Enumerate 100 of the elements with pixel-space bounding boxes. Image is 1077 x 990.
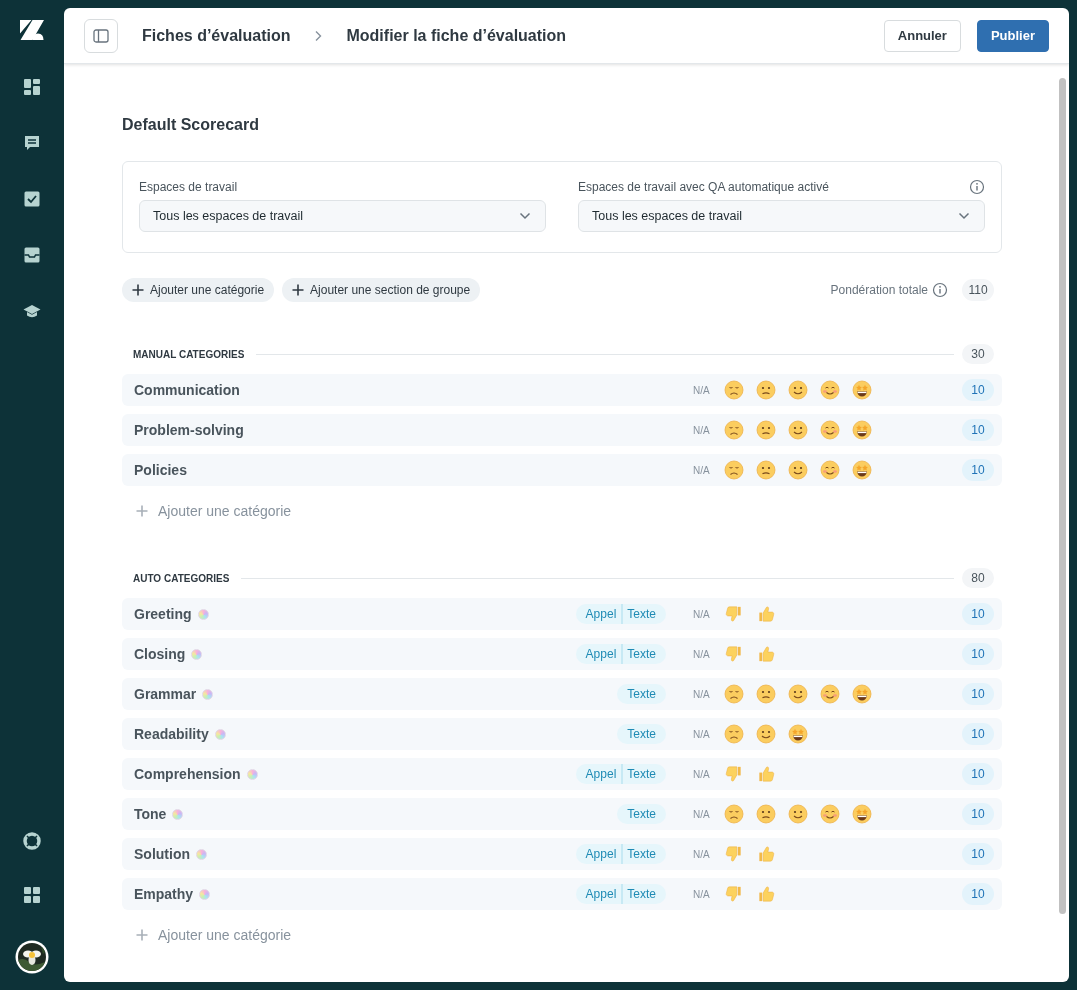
category-name: Empathy [134,886,194,902]
chevron-right-icon [314,29,323,42]
na-option[interactable]: N/A [693,768,710,780]
add-button[interactable]: Ajouter une section de groupe [282,278,481,302]
na-option[interactable]: N/A [693,608,710,620]
add-category-link[interactable]: Ajouter une catégorie [122,499,1002,523]
sad-face-icon [723,724,744,744]
category-row[interactable]: Tone Texte N/A 10 [122,798,1002,830]
category-row[interactable]: Solution Appel Texte N/A 10 [122,838,1002,870]
smiling-face-icon [787,804,808,824]
publish-button[interactable]: Publier [976,19,1049,52]
category-name: Comprehension [134,766,241,782]
star-eyes-face-icon [851,684,872,704]
weight-badge[interactable]: 10 [962,723,994,745]
category-row[interactable]: Closing Appel Texte N/A 10 [122,638,1002,670]
confused-face-icon [755,460,776,480]
weight-badge[interactable]: 10 [962,803,994,825]
thumbs-down-icon [723,604,744,624]
confused-face-icon [755,420,776,440]
category-name: Readability [134,726,209,742]
confused-face-icon [755,684,776,704]
sidebar-toggle-button[interactable] [84,18,118,53]
weight-badge[interactable]: 10 [962,843,994,865]
channel-label: Appel [585,767,617,781]
weight-badge[interactable]: 10 [962,459,994,481]
category-name: Grammar [134,686,197,702]
channel-label: Appel [585,607,617,621]
dashboard-icon[interactable] [23,78,41,96]
star-eyes-face-icon [851,460,872,480]
na-option[interactable]: N/A [693,688,710,700]
smiling-face-icon [787,420,808,440]
na-option[interactable]: N/A [693,728,710,740]
category-name: Communication [134,382,240,398]
section-weight: 30 [962,344,994,364]
info-icon[interactable] [969,179,985,195]
add-category-link[interactable]: Ajouter une catégorie [122,923,1002,947]
category-name: Policies [134,462,187,478]
chat-icon[interactable] [23,134,41,152]
category-row[interactable]: Empathy Appel Texte N/A 10 [122,878,1002,910]
total-weight-label: Pondération totale [830,283,928,297]
workspace-select[interactable]: Tous les espaces de travail [139,200,546,232]
chevron-down-icon [519,212,531,220]
channel-label: Texte [627,847,656,861]
weight-badge[interactable]: 10 [962,763,994,785]
na-option[interactable]: N/A [693,848,710,860]
category-row[interactable]: Readability Texte N/A 10 [122,718,1002,750]
section-title: MANUAL CATEGORIES [133,348,245,360]
category-row[interactable]: Greeting Appel Texte N/A 10 [122,598,1002,630]
plus-icon [136,929,148,941]
star-eyes-face-icon [851,804,872,824]
na-option[interactable]: N/A [693,424,710,436]
weight-badge[interactable]: 10 [962,643,994,665]
field-label: Espaces de travail avec QA automatique activé [578,180,829,194]
sad-face-icon [723,380,744,400]
weight-badge[interactable]: 10 [962,883,994,905]
thumbs-down-icon [723,844,744,864]
info-icon[interactable] [932,282,948,298]
add-button[interactable]: Ajouter une catégorie [122,278,275,302]
apps-grid-icon[interactable] [23,886,41,904]
plus-icon [136,505,148,517]
sad-face-icon [723,804,744,824]
inbox-icon[interactable] [23,246,41,264]
channel-label: Appel [585,847,617,861]
breadcrumb: Modifier la fiche d’évaluation [346,26,567,45]
na-option[interactable]: N/A [693,888,710,900]
weight-badge[interactable]: 10 [962,379,994,401]
thumbs-down-icon [723,764,744,784]
help-ring-icon[interactable] [23,832,41,850]
sad-face-icon [723,460,744,480]
scorecard-title: Default Scorecard [122,115,260,135]
na-option[interactable]: N/A [693,464,710,476]
section-title: AUTO CATEGORIES [133,572,230,584]
weight-badge[interactable]: 10 [962,603,994,625]
weight-badge[interactable]: 10 [962,683,994,705]
cancel-button[interactable]: Annuler [883,19,961,52]
star-eyes-face-icon [851,380,872,400]
plus-icon [132,284,144,296]
chevron-down-icon [958,212,970,220]
blushing-face-icon [819,380,840,400]
breadcrumb[interactable]: Fiches d’évaluation [142,26,291,45]
category-row[interactable]: Comprehension Appel Texte N/A 10 [122,758,1002,790]
category-row[interactable]: Grammar Texte N/A 10 [122,678,1002,710]
workspace-select[interactable]: Tous les espaces de travail [578,200,985,232]
category-name: Closing [134,646,186,662]
na-option[interactable]: N/A [693,648,710,660]
na-option[interactable]: N/A [693,384,710,396]
na-option[interactable]: N/A [693,808,710,820]
channel-label: Texte [627,807,656,821]
checkbox-icon[interactable] [23,190,41,208]
graduation-cap-icon[interactable] [23,302,41,320]
category-name: Tone [134,806,167,822]
category-row[interactable]: Communication N/A 10 [122,374,1002,406]
logo-icon[interactable] [20,20,44,40]
category-row[interactable]: Problem-solving N/A 10 [122,414,1002,446]
confused-face-icon [755,804,776,824]
smiling-face-icon [787,460,808,480]
confused-face-icon [755,380,776,400]
weight-badge[interactable]: 10 [962,419,994,441]
blushing-face-icon [819,684,840,704]
category-row[interactable]: Policies N/A 10 [122,454,1002,486]
